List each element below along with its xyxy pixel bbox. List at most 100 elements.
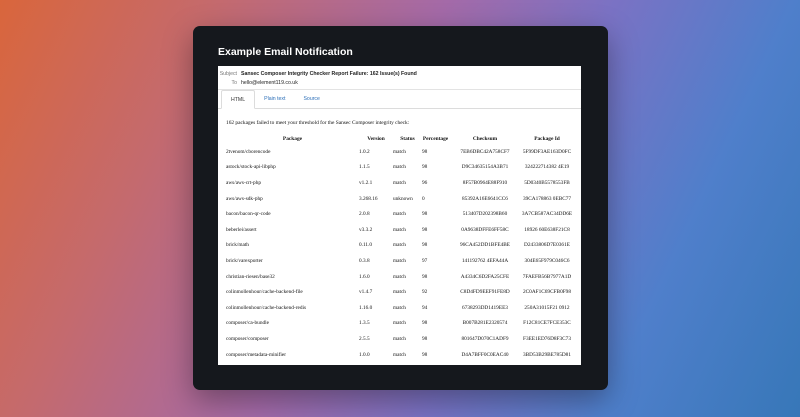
cell-package-id: 7FAEFB56B7977A1D [522, 273, 572, 280]
table-row: aws/aws-crt-php v1.2.1 match 96 8F57B0964E88… [226, 175, 573, 191]
cell-status: match [393, 335, 406, 342]
table-row: composer/composer 2.5.5 match 98 801647D070C… [226, 331, 573, 347]
cell-status: match [393, 148, 406, 155]
cell-package-id: F12C81CE7FCE353C [523, 320, 571, 327]
tab-plain-text[interactable]: Plain text [255, 90, 294, 108]
cell-status: match [393, 242, 406, 249]
cell-version: 3.3.2 [359, 362, 393, 365]
cell-package: composer/metadata-minifier [226, 351, 287, 358]
cell-package-id: 5D0340B5578553FB [524, 179, 570, 186]
cell-checksum: D9C34635154A3B71 [461, 164, 509, 171]
cell-package: colinmollenhour/cache-backend-redis [226, 304, 307, 311]
cell-checksum: 3ED1AA7F5713CF67 [449, 362, 521, 365]
cell-percentage: 98 [422, 226, 428, 233]
cell-percentage: 98 [422, 242, 428, 249]
cell-status: unknown [393, 195, 413, 202]
table-row: christian-riesen/base32 1.6.0 match 98 A4334… [226, 269, 573, 285]
cell-percentage: 0 [422, 195, 425, 202]
cell-percentage: 98 [422, 351, 428, 358]
email-body: 162 packages failed to meet your thresho… [218, 109, 581, 365]
cell-version: 0.3.8 [359, 257, 370, 264]
cell-checksum: 7EB6DBC42A758CF7 [460, 148, 510, 155]
table-row: composer/ca-bundle 1.3.5 match 98 B007B281E2… [226, 316, 573, 332]
cell-status: match [393, 351, 406, 358]
header-package-id: Package Id [534, 135, 560, 142]
cell-version: 1.0.2 [359, 148, 370, 155]
table-row: aws/aws-sdk-php 3.268.16 unknown 0 85392A16E… [226, 191, 573, 207]
table-row: astock/stock-api-libphp 1.1.5 match 98 D9C34… [226, 160, 573, 176]
table-header-row: Package Version Status Percentage Checks… [226, 133, 573, 144]
cell-version: 1.1.5 [359, 164, 370, 171]
table-row: 2tvenom/cborencode 1.0.2 match 98 7EB6DBC42A… [226, 144, 573, 160]
cell-checksum: 141192762 4EFA44A [461, 257, 509, 264]
cell-percentage: 98 [422, 320, 428, 327]
email-frame: Subject Sansec Composer Integrity Checke… [218, 66, 581, 365]
cell-status: match [393, 226, 406, 233]
cell-version: 1.6.0 [359, 273, 370, 280]
cell-package-id: F3EE1ED76D8F3C73 [523, 335, 571, 342]
cell-package: astock/stock-api-libphp [226, 164, 276, 171]
cell-package: 2tvenom/cborencode [226, 148, 271, 155]
cell-package-id: 3A7CB587AC34DD6E [521, 211, 573, 218]
header-package: Package [282, 135, 303, 142]
cell-package-id: 18926 60E638F21C8 [524, 226, 570, 233]
tab-source[interactable]: Source [294, 90, 328, 108]
table-row: composer/metadata-minifier 1.0.0 match 98 D4… [226, 347, 573, 363]
email-headers: Subject Sansec Composer Integrity Checke… [218, 66, 581, 90]
cell-status: match [393, 289, 406, 296]
cell-package: brick/math [226, 242, 249, 249]
cell-checksum: 85392A16E6641CC6 [462, 195, 508, 202]
cell-percentage: 98 [422, 164, 428, 171]
cell-status: match [393, 273, 406, 280]
table-row: colinmollenhour/cache-backend-redis 1.16.… [226, 300, 573, 316]
cell-status: match [393, 320, 406, 327]
cell-checksum: 0A9638DFFE6FF58C [461, 226, 509, 233]
cell-package: brick/varexporter [226, 257, 263, 264]
tab-html[interactable]: HTML [221, 90, 256, 109]
cell-version: 2.0.8 [359, 211, 370, 218]
cell-status: match [393, 257, 406, 264]
cell-package-id: D2433806D7E0361E [524, 242, 570, 249]
table-row: bacon/bacon-qr-code 2.0.8 match 98 513407D20… [226, 206, 573, 222]
cell-version: 1.3.5 [359, 320, 370, 327]
cell-percentage: 98 [422, 273, 428, 280]
cell-checksum: 8F57B0964E88F910 [462, 179, 508, 186]
cell-status: match [393, 164, 406, 171]
header-percentage: Percentage [422, 135, 449, 142]
cell-package: aws/aws-crt-php [226, 179, 262, 186]
cell-percentage: 92 [422, 289, 428, 296]
cell-checksum: 513407D202398B60 [462, 211, 508, 218]
cell-version: 3.268.16 [359, 195, 378, 202]
header-checksum: Checksum [472, 135, 498, 142]
cell-status: match [393, 179, 406, 186]
cell-version: 2.5.5 [359, 335, 370, 342]
cell-package: christian-riesen/base32 [226, 273, 275, 280]
table-row: beberlei/assert v3.3.2 match 98 0A9638DFFE6F… [226, 222, 573, 238]
table-body: 2tvenom/cborencode 1.0.2 match 98 7EB6DBC42A… [226, 144, 573, 365]
cell-version: 1.0.0 [359, 351, 370, 358]
cell-package: colinmollenhour/cache-backend-file [226, 289, 303, 296]
cell-package: composer/ca-bundle [226, 320, 269, 327]
cell-percentage: 98 [422, 362, 449, 365]
cell-percentage: 96 [422, 179, 428, 186]
cell-package-id: D63632D1C93F3BD7 [521, 362, 573, 365]
cell-package-id: 304E65F979C046C6 [524, 257, 570, 264]
subject-label: Subject [219, 70, 237, 77]
table-row: brick/math 0.11.0 match 98 96CA452DD1BFE4BE D… [226, 238, 573, 254]
cell-checksum: D4A7BFF0C0EAC40 [461, 351, 509, 358]
cell-percentage: 94 [422, 304, 428, 311]
cell-percentage: 98 [422, 148, 428, 155]
table-row: composer/semver3.3.2match983ED1AA7F5713C… [226, 362, 573, 365]
cell-package: composer/composer [226, 335, 269, 342]
cell-package-id: 250A31015F21 0912 [524, 304, 570, 311]
cell-package-id: 2C0AF1C69CFB0F98 [523, 289, 571, 296]
cell-package: aws/aws-sdk-php [226, 195, 263, 202]
cell-version: v1.2.1 [359, 179, 373, 186]
cell-package-id: 3BD53B29BE785D81 [523, 351, 571, 358]
cell-package-id: 5F99DF3AE163D0FC [522, 148, 572, 155]
cell-checksum: 6738293DD1419EE3 [462, 304, 508, 311]
cell-package: bacon/bacon-qr-code [226, 211, 271, 218]
to-row: To hello@element119.co.uk [218, 78, 581, 87]
cell-percentage: 97 [422, 257, 428, 264]
cell-checksum: C8D4FD9EEF91FE8D [460, 289, 510, 296]
